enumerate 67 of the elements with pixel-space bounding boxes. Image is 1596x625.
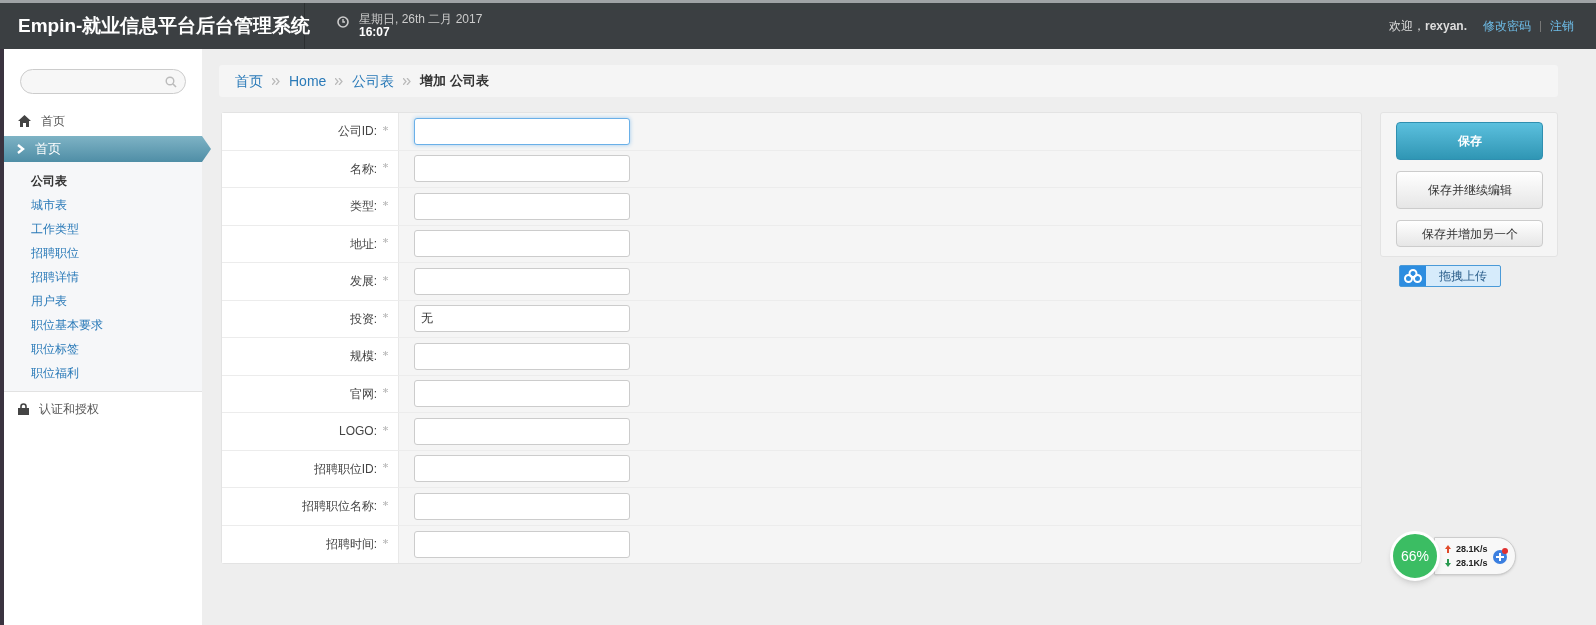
input-field[interactable]	[414, 492, 630, 520]
input-field[interactable]	[414, 117, 630, 145]
upload-speed: 28.1K/s	[1456, 543, 1488, 556]
header-link[interactable]: 注销	[1550, 17, 1574, 35]
field-label: 名称:	[349, 160, 377, 178]
separator-icon	[272, 77, 280, 85]
breadcrumb-link[interactable]: 公司表	[352, 70, 395, 92]
input-field[interactable]	[414, 155, 630, 183]
usage-percent: 66%	[1401, 546, 1429, 566]
field-label: 招聘职位ID:	[313, 460, 377, 478]
secondary-button[interactable]: 保存并继续编辑	[1396, 171, 1543, 209]
field-label: LOGO:	[339, 423, 377, 441]
field-label: 官网:	[349, 385, 377, 403]
network-widget[interactable]: 66% 28.1K/s 28.1K/s	[1390, 531, 1516, 581]
nav-link[interactable]: 城市表	[31, 196, 202, 214]
field-label: 类型:	[349, 198, 377, 216]
input-field[interactable]	[414, 380, 630, 408]
nav-link[interactable]: 职位福利	[31, 364, 202, 382]
app-title: Empin-就业信息平台后台管理系统	[18, 13, 311, 38]
field-label: 招聘职位名称:	[301, 498, 377, 516]
field-label: 投资:	[349, 310, 377, 328]
input-field[interactable]: 无	[414, 305, 630, 333]
nav-link[interactable]: 公司表	[31, 172, 202, 190]
nav-link[interactable]: 职位标签	[31, 340, 202, 358]
breadcrumb-link[interactable]: 首页	[235, 70, 263, 92]
lock-icon	[18, 403, 29, 415]
search-icon	[165, 75, 177, 88]
input-field[interactable]	[414, 417, 630, 445]
nav-link[interactable]: 用户表	[31, 292, 202, 310]
cloud-icon	[1404, 269, 1422, 283]
current-page: 增加 公司表	[420, 72, 489, 91]
search-field[interactable]	[20, 69, 186, 94]
chevron-icon	[16, 144, 25, 154]
plus-icon[interactable]	[1490, 547, 1509, 565]
save-button[interactable]: 保存	[1396, 122, 1543, 160]
nav-link[interactable]: 职位基本要求	[31, 316, 202, 334]
date-text: 星期日, 26th 二月 2017	[359, 13, 483, 26]
field-label: 规模:	[349, 348, 377, 366]
separator-icon	[403, 77, 412, 85]
secondary-button[interactable]: 保存并增加另一个	[1396, 220, 1543, 247]
nav-item[interactable]: 认证和授权	[4, 396, 202, 422]
nav-link[interactable]: 招聘职位	[31, 244, 202, 262]
input-field[interactable]	[414, 455, 630, 483]
download-speed: 28.1K/s	[1456, 557, 1488, 570]
clock-icon	[337, 16, 349, 28]
input-field[interactable]	[414, 530, 630, 558]
field-label: 地址:	[349, 235, 377, 253]
separator-icon	[335, 77, 344, 85]
input-field[interactable]	[414, 192, 630, 220]
upload-button[interactable]: 拖拽上传	[1399, 265, 1501, 287]
input-field[interactable]	[414, 230, 630, 258]
breadcrumb-link[interactable]: Home	[289, 70, 327, 92]
welcome-text: 欢迎，rexyan.	[1388, 18, 1467, 35]
input-field[interactable]	[414, 342, 630, 370]
up-arrow-icon	[1445, 545, 1451, 553]
field-label: 发展:	[349, 273, 377, 291]
home-icon	[18, 115, 31, 127]
nav-link[interactable]: 招聘详情	[31, 268, 202, 286]
nav-link[interactable]: 工作类型	[31, 220, 202, 238]
nav-item[interactable]: 首页	[4, 108, 202, 134]
down-arrow-icon	[1445, 559, 1451, 567]
header-link[interactable]: 修改密码	[1483, 17, 1531, 35]
time-text: 16:07	[359, 26, 391, 39]
field-label: 招聘时间:	[325, 536, 377, 554]
field-label: 公司ID:	[337, 123, 377, 141]
input-field[interactable]	[414, 267, 630, 295]
nav-section[interactable]: 首页	[4, 136, 211, 162]
